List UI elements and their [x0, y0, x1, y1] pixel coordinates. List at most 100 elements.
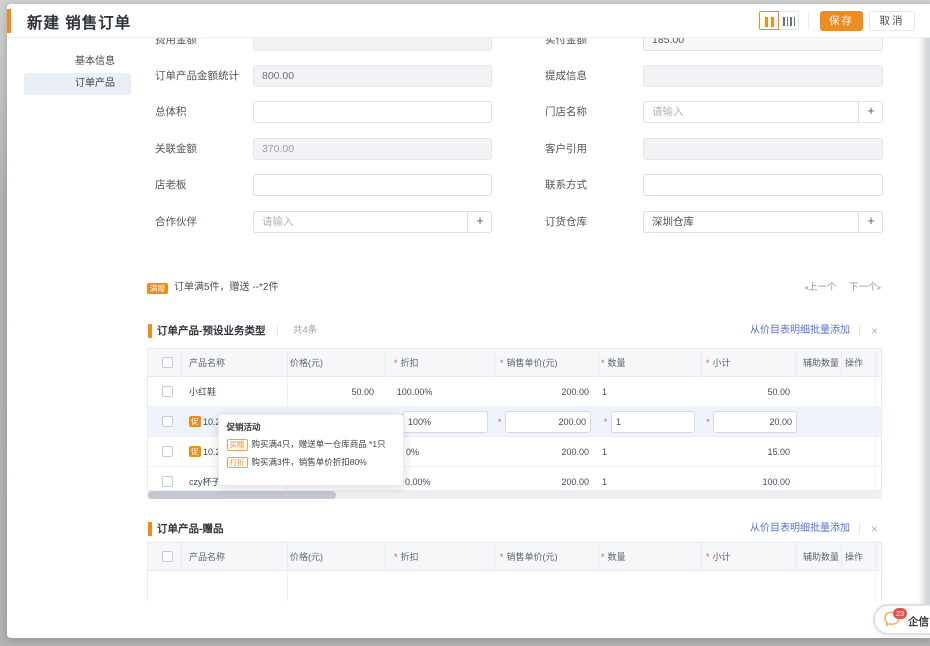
- header-column-divider: [385, 349, 386, 377]
- column-header-qty: *数量: [601, 543, 626, 571]
- column-header-discount: *折扣: [394, 349, 419, 377]
- body-column-divider: [875, 407, 876, 436]
- section-products-close-icon[interactable]: ×: [871, 324, 878, 338]
- tooltip-title: 促销活动: [227, 422, 404, 433]
- required-marker: *: [706, 552, 710, 562]
- field-label-store-name: 门店名称: [545, 101, 587, 123]
- order-warehouse-input[interactable]: 深圳仓库 +: [643, 211, 883, 233]
- promotion-text: 订单满5件，赠送 --*2件: [174, 282, 278, 294]
- next-label: 下一个: [849, 282, 878, 293]
- horizontal-scrollbar[interactable]: [147, 490, 882, 499]
- required-marker: *: [706, 407, 710, 437]
- gifts-batch-add-from-pricelist-link[interactable]: 从价目表明细批量添加: [750, 522, 850, 536]
- section-gifts-link-divider: [859, 523, 860, 534]
- toolbar-divider: [808, 13, 809, 29]
- save-button[interactable]: 保存: [820, 11, 863, 31]
- section-gifts-accent-bar: [148, 522, 152, 536]
- required-marker: *: [500, 552, 504, 562]
- required-marker: *: [604, 407, 608, 437]
- chat-widget[interactable]: 23 企信: [873, 604, 930, 635]
- unread-count-badge: 23: [893, 608, 907, 619]
- modal-titlebar: 新建 销售订单 保存 取消: [7, 4, 930, 38]
- section-products-title: 订单产品-预设业务类型: [157, 324, 266, 338]
- row-checkbox[interactable]: [162, 476, 173, 487]
- store-name-input[interactable]: 请输入 +: [643, 101, 883, 123]
- section-gifts-close-icon[interactable]: ×: [871, 522, 878, 536]
- page-title: 新建 销售订单: [27, 11, 131, 33]
- two-column-layout-button[interactable]: [759, 11, 779, 30]
- horizontal-scrollbar-thumb[interactable]: [148, 491, 336, 499]
- product-amount-total-input[interactable]: 800.00: [253, 65, 492, 87]
- sidebar-item-order-products[interactable]: 订单产品: [24, 73, 131, 95]
- product-row-1[interactable]: 小红鞋 50.00 100.00% 200.00 1 50.00: [148, 377, 881, 407]
- header-column-divider: [385, 543, 386, 571]
- product-qty: 1: [602, 437, 607, 467]
- discount-input[interactable]: 100%: [403, 411, 488, 433]
- tooltip-line-text: 购买满3件，销售单价折扣80%: [252, 457, 367, 468]
- cancel-button[interactable]: 取消: [869, 11, 915, 31]
- sidebar-item-basic-info[interactable]: 基本信息: [24, 51, 131, 73]
- header-column-divider: [598, 349, 599, 377]
- body-column-divider: [875, 437, 876, 466]
- header-column-divider: [701, 349, 702, 377]
- header-column-divider: [841, 349, 842, 377]
- column-header-label: 数量: [608, 358, 626, 368]
- modal-content: 费用金额 实付金额 185.00 订单产品金额统计 800.00 提成信息 总体…: [7, 38, 930, 638]
- field-label-product-amount-total: 订单产品金额统计: [155, 65, 239, 87]
- product-subtotal: 15.00: [767, 437, 790, 467]
- partner-add-button[interactable]: +: [467, 211, 492, 233]
- four-column-layout-button[interactable]: [779, 11, 799, 30]
- product-discount: 100.00%: [397, 377, 433, 407]
- column-header-unit-price: *销售单价(元): [500, 543, 558, 571]
- prev-label: 上一个: [808, 282, 837, 293]
- partner-placeholder: 请输入: [262, 216, 294, 228]
- select-all-checkbox[interactable]: [162, 551, 173, 562]
- product-discount: 0%: [406, 437, 419, 467]
- previous-promotion-button[interactable]: ◂上一个: [804, 282, 837, 294]
- sales-order-modal: 费用金额 实付金额 185.00 订单产品金额统计 800.00 提成信息 总体…: [7, 4, 930, 638]
- store-name-add-button[interactable]: +: [858, 101, 883, 123]
- header-column-divider: [841, 543, 842, 571]
- total-volume-input[interactable]: [253, 101, 492, 123]
- next-promotion-button[interactable]: 下一个▸: [849, 282, 882, 294]
- column-header-label: 数量: [608, 552, 626, 562]
- toggle-bar-icon: [765, 17, 768, 27]
- order-warehouse-value: 深圳仓库: [652, 216, 694, 228]
- gift-table-empty-row: [148, 571, 881, 601]
- column-header-label: 小计: [713, 358, 731, 368]
- contact-info-input[interactable]: [643, 174, 883, 196]
- vertical-scrollbar[interactable]: [918, 38, 930, 635]
- related-amount-input[interactable]: 370.00: [253, 138, 492, 160]
- field-label-partner: 合作伙伴: [155, 211, 197, 233]
- toggle-bar-icon: [787, 17, 789, 26]
- unit-price-input[interactable]: 200.00: [505, 411, 591, 433]
- select-all-checkbox[interactable]: [162, 357, 173, 368]
- header-column-divider: [701, 543, 702, 571]
- required-marker: *: [601, 552, 605, 562]
- partner-input[interactable]: 请输入 +: [253, 211, 492, 233]
- store-name-placeholder: 请输入: [652, 106, 684, 118]
- field-label-total-volume: 总体积: [155, 101, 187, 123]
- row-checkbox[interactable]: [162, 386, 173, 397]
- product-unit-price: 200.00: [561, 437, 589, 467]
- chat-widget-label: 企信: [908, 614, 929, 629]
- field-label-shop-owner: 店老板: [155, 174, 187, 196]
- gift-products-table: 产品名称 价格(元) *折扣 *销售单价(元) *数量 *小计 辅助数量 操作: [147, 542, 882, 601]
- shop-owner-input[interactable]: [253, 174, 492, 196]
- batch-add-from-pricelist-link[interactable]: 从价目表明细批量添加: [750, 324, 850, 338]
- row-checkbox[interactable]: [162, 446, 173, 457]
- next-triangle-icon: ▸: [878, 283, 882, 292]
- product-subtotal: 50.00: [767, 377, 790, 407]
- column-header-discount: *折扣: [394, 543, 419, 571]
- toggle-bar-icon: [794, 17, 796, 26]
- column-header-name: 产品名称: [189, 349, 225, 377]
- subtotal-input[interactable]: 20.00: [713, 411, 797, 433]
- discount-tag: 打折: [227, 457, 248, 469]
- customer-reference-input[interactable]: [643, 138, 883, 160]
- commission-info-input[interactable]: [643, 65, 883, 87]
- order-warehouse-add-button[interactable]: +: [858, 211, 883, 233]
- qty-input[interactable]: 1: [611, 411, 695, 433]
- row-checkbox[interactable]: [162, 416, 173, 427]
- section-gifts-title: 订单产品-赠品: [157, 522, 224, 536]
- body-column-divider: [287, 377, 288, 406]
